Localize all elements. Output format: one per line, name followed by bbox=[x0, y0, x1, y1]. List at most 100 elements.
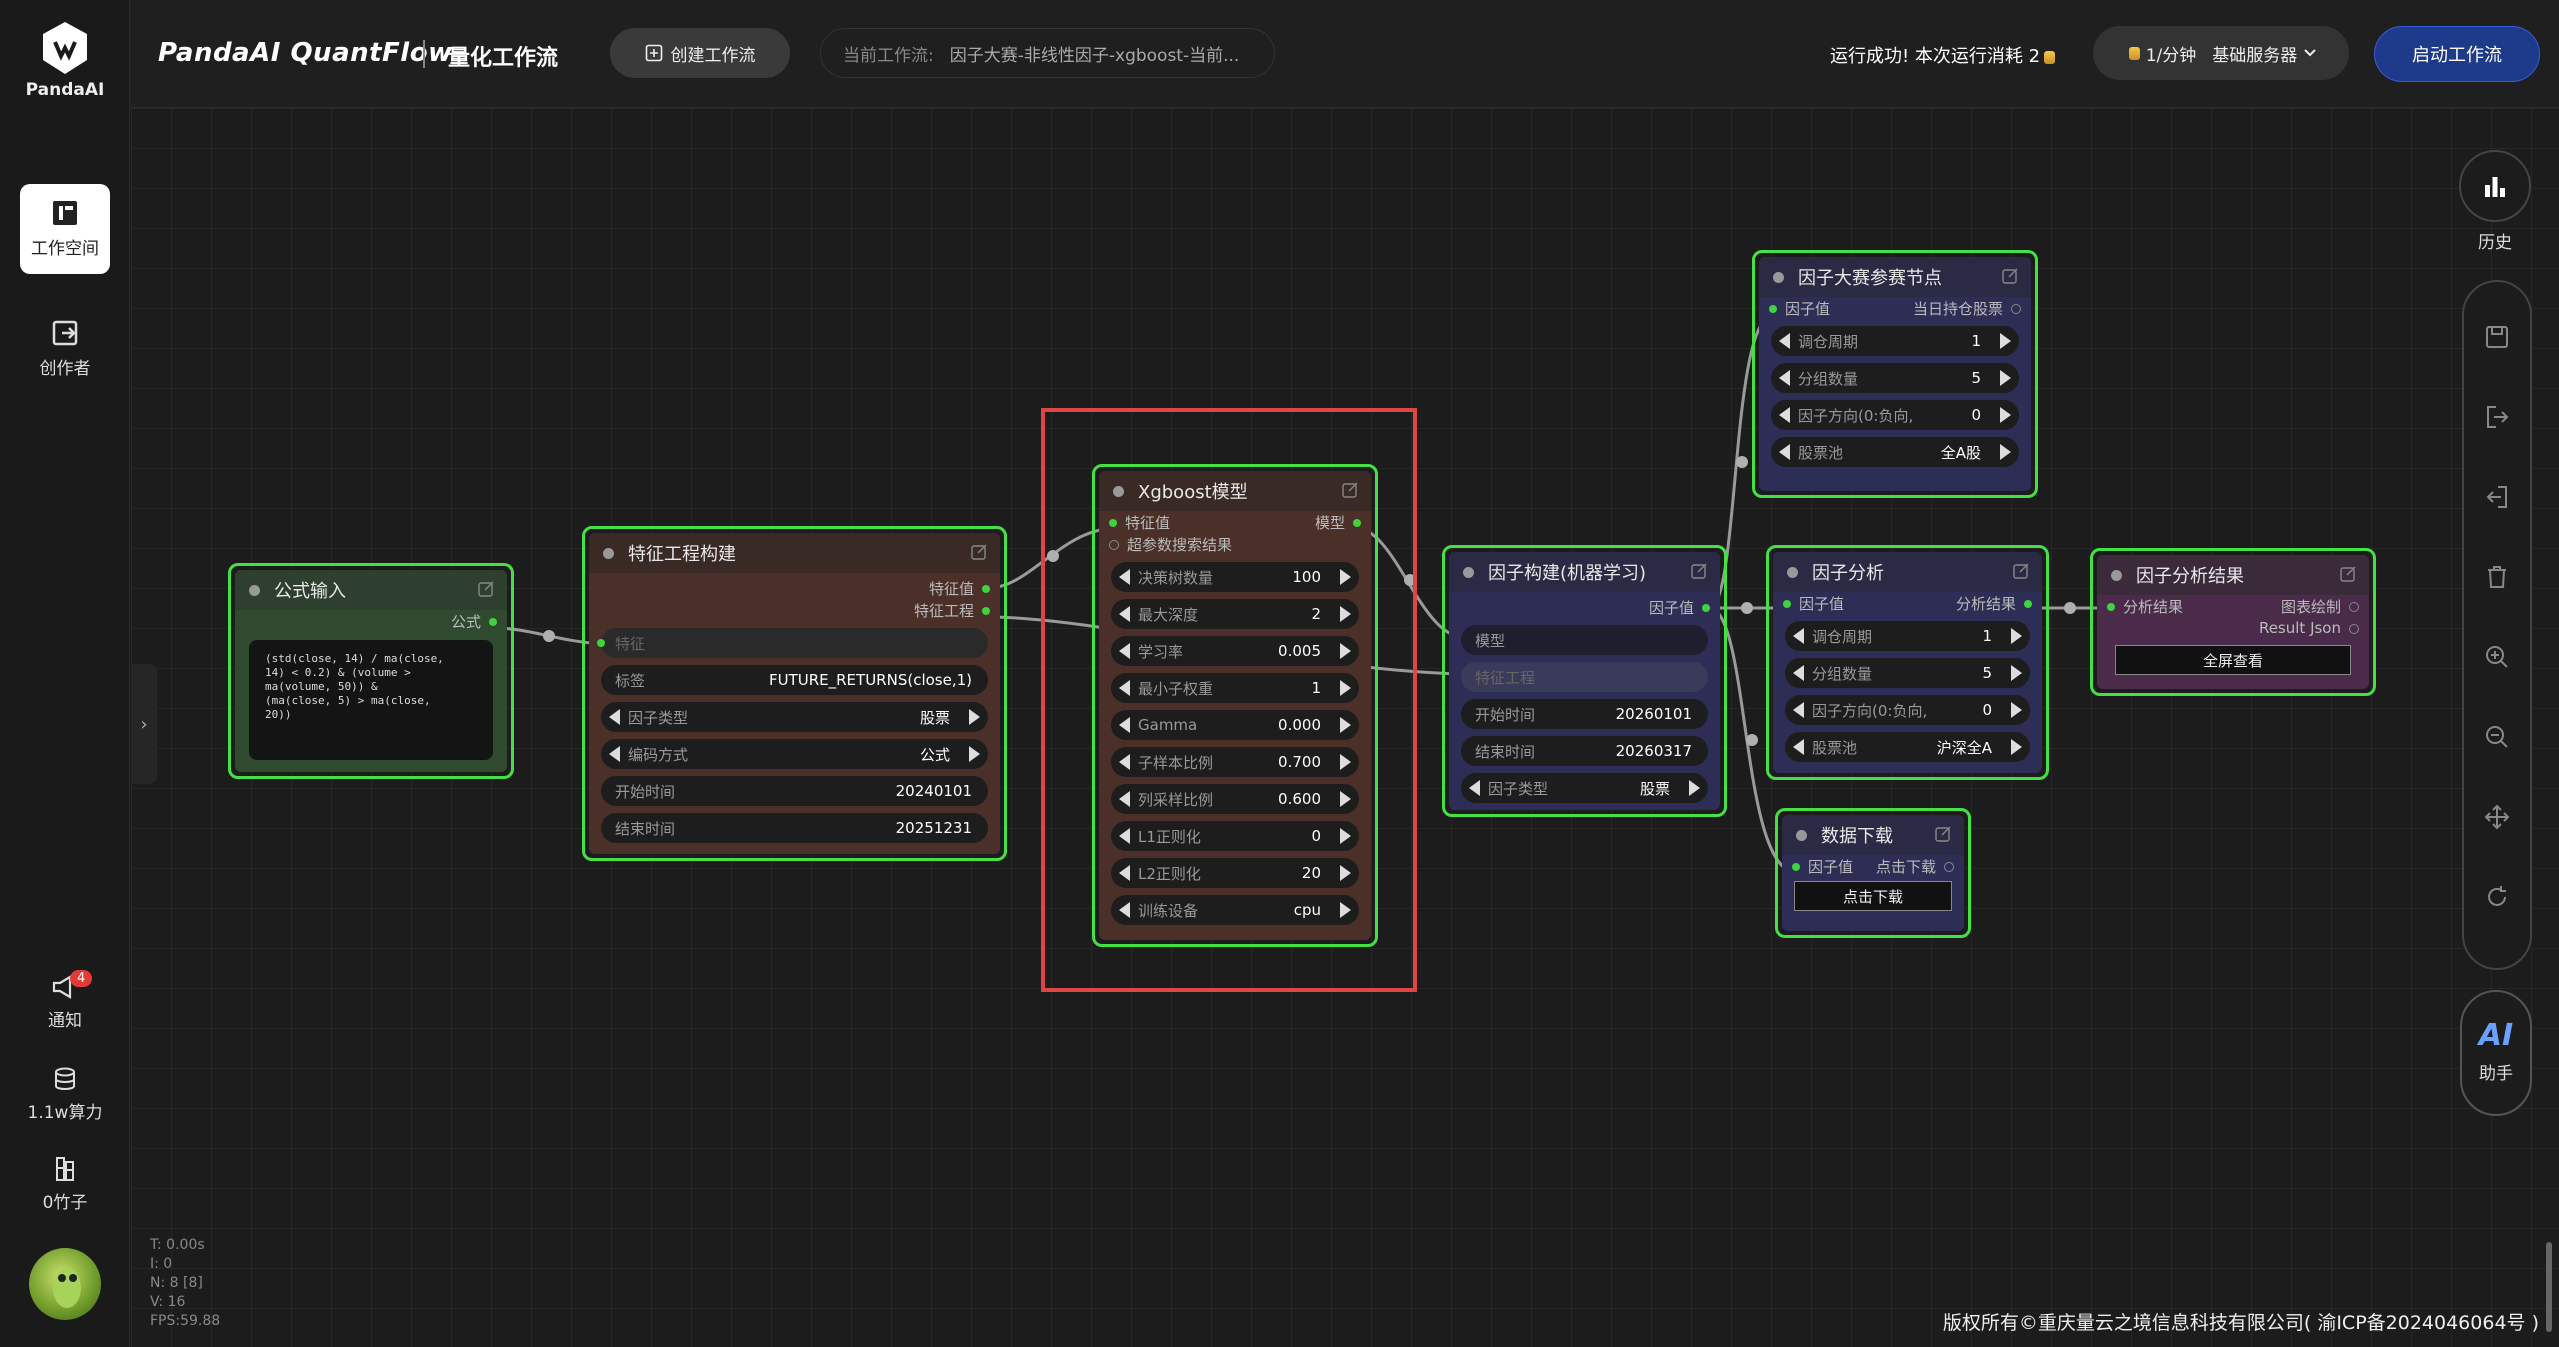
param-row[interactable]: 股票池 全A股 bbox=[1771, 437, 2019, 467]
edit-icon[interactable] bbox=[1690, 562, 1708, 580]
arrow-left-icon[interactable] bbox=[1779, 333, 1790, 349]
param-factor-type[interactable]: 因子类型 股票 bbox=[601, 702, 988, 732]
arrow-left-icon[interactable] bbox=[1793, 628, 1804, 644]
node-factor-contest[interactable]: 因子大赛参赛节点 因子值 当日持仓股票 调仓周期 1 分组数量 5 因子方向(0:负向, 0… bbox=[1752, 250, 2038, 498]
arrow-right-icon[interactable] bbox=[969, 746, 980, 762]
sidebar-item-notify[interactable]: 4 通知 bbox=[20, 970, 110, 1031]
user-avatar[interactable] bbox=[29, 1248, 101, 1320]
node-header[interactable]: 因子大赛参赛节点 bbox=[1759, 257, 2031, 297]
arrow-left-icon[interactable] bbox=[1793, 739, 1804, 755]
save-button[interactable] bbox=[2478, 318, 2516, 356]
arrow-right-icon[interactable] bbox=[2011, 665, 2022, 681]
output-factor-value[interactable]: 因子值 bbox=[1649, 597, 1710, 618]
arrow-right-icon[interactable] bbox=[2000, 333, 2011, 349]
edit-icon[interactable] bbox=[477, 580, 495, 598]
sidebar-item-compute[interactable]: 1.1w算力 bbox=[20, 1066, 110, 1123]
ai-assistant-button[interactable]: AI 助手 bbox=[2460, 990, 2532, 1116]
edit-icon[interactable] bbox=[2339, 565, 2357, 583]
edit-icon[interactable] bbox=[970, 543, 988, 561]
input-factor-value[interactable]: 因子值 bbox=[1769, 298, 1830, 319]
param-row[interactable]: 因子方向(0:负向, 0 bbox=[1771, 400, 2019, 430]
param-label[interactable]: 标签 FUTURE_RETURNS(close,1) bbox=[601, 665, 988, 695]
output-feature-engineering[interactable]: 特征工程 bbox=[914, 600, 990, 621]
arrow-left-icon[interactable] bbox=[1793, 665, 1804, 681]
arrow-right-icon[interactable] bbox=[2000, 444, 2011, 460]
arrow-right-icon[interactable] bbox=[2000, 370, 2011, 386]
formula-textarea[interactable]: (std(close, 14) / ma(close, 14) < 0.2) &… bbox=[249, 640, 493, 760]
pan-button[interactable] bbox=[2478, 798, 2516, 836]
fullscreen-view-button[interactable]: 全屏查看 bbox=[2115, 645, 2351, 675]
arrow-left-icon[interactable] bbox=[609, 746, 620, 762]
output-result-json[interactable]: Result Json bbox=[2259, 619, 2359, 637]
node-factor-build[interactable]: 因子构建(机器学习) 因子值 模型 特征工程 开始时间 20260101 结束时间… bbox=[1442, 545, 1727, 817]
param-row[interactable]: 调仓周期 1 bbox=[1771, 326, 2019, 356]
input-model[interactable]: 模型 bbox=[1461, 625, 1708, 655]
import-button[interactable] bbox=[2478, 478, 2516, 516]
output-holdings[interactable]: 当日持仓股票 bbox=[1913, 298, 2021, 319]
param-row[interactable]: 股票池 沪深全A bbox=[1785, 732, 2030, 762]
arrow-left-icon[interactable] bbox=[1779, 407, 1790, 423]
output-formula[interactable]: 公式 bbox=[451, 611, 497, 632]
edit-icon[interactable] bbox=[1934, 825, 1952, 843]
arrow-right-icon[interactable] bbox=[2011, 702, 2022, 718]
arrow-right-icon[interactable] bbox=[1689, 780, 1700, 796]
node-data-download[interactable]: 数据下载 因子值 点击下载 点击下载 bbox=[1775, 808, 1971, 938]
arrow-left-icon[interactable] bbox=[1779, 444, 1790, 460]
arrow-right-icon[interactable] bbox=[969, 709, 980, 725]
input-feature[interactable]: 特征 bbox=[597, 628, 988, 658]
node-formula-input[interactable]: 公式输入 公式 (std(close, 14) / ma(close, 14) … bbox=[228, 563, 514, 779]
sidebar-item-bamboo[interactable]: 0竹子 bbox=[20, 1156, 110, 1213]
param-row[interactable]: 分组数量 5 bbox=[1785, 658, 2030, 688]
delete-button[interactable] bbox=[2478, 558, 2516, 596]
node-header[interactable]: 公式输入 bbox=[235, 570, 507, 610]
zoom-in-button[interactable] bbox=[2478, 638, 2516, 676]
arrow-left-icon[interactable] bbox=[609, 709, 620, 725]
logo[interactable]: PandaAI bbox=[20, 20, 110, 100]
param-end-date[interactable]: 结束时间 20251231 bbox=[601, 813, 988, 843]
sidebar-item-creator[interactable]: 创作者 bbox=[20, 318, 110, 379]
create-workflow-button[interactable]: 创建工作流 bbox=[610, 28, 790, 78]
export-button[interactable] bbox=[2478, 398, 2516, 436]
scrollbar[interactable] bbox=[2546, 1242, 2552, 1332]
expand-panel-button[interactable]: › bbox=[131, 664, 157, 784]
start-workflow-button[interactable]: 启动工作流 bbox=[2374, 26, 2540, 82]
param-row[interactable]: 调仓周期 1 bbox=[1785, 621, 2030, 651]
param-start-date[interactable]: 开始时间 20240101 bbox=[601, 776, 988, 806]
node-header[interactable]: 数据下载 bbox=[1782, 815, 1964, 855]
output-download[interactable]: 点击下载 bbox=[1876, 856, 1954, 877]
arrow-left-icon[interactable] bbox=[1469, 780, 1480, 796]
input-factor-value[interactable]: 因子值 bbox=[1792, 856, 1853, 877]
history-button[interactable] bbox=[2459, 150, 2531, 222]
node-factor-analysis[interactable]: 因子分析 因子值 分析结果 调仓周期 1 分组数量 5 因子方向(0:负向, 0 股票池 沪深全… bbox=[1766, 545, 2049, 780]
arrow-right-icon[interactable] bbox=[2000, 407, 2011, 423]
zoom-out-button[interactable] bbox=[2478, 718, 2516, 756]
input-analysis[interactable]: 分析结果 bbox=[2107, 596, 2183, 617]
param-factor-type[interactable]: 因子类型 股票 bbox=[1461, 773, 1708, 803]
input-feature-engineering[interactable]: 特征工程 bbox=[1461, 662, 1708, 692]
param-row[interactable]: 因子方向(0:负向, 0 bbox=[1785, 695, 2030, 725]
download-button[interactable]: 点击下载 bbox=[1794, 881, 1952, 911]
server-select[interactable]: 1/分钟 基础服务器 bbox=[2093, 26, 2349, 80]
output-chart[interactable]: 图表绘制 bbox=[2281, 596, 2359, 617]
node-header[interactable]: 特征工程构建 bbox=[589, 533, 1000, 573]
node-analysis-result[interactable]: 因子分析结果 分析结果 图表绘制 Result Json 全屏查看 bbox=[2090, 548, 2376, 696]
edit-icon[interactable] bbox=[2012, 562, 2030, 580]
output-feature-value[interactable]: 特征值 bbox=[929, 578, 990, 599]
node-header[interactable]: 因子构建(机器学习) bbox=[1449, 552, 1720, 592]
arrow-left-icon[interactable] bbox=[1793, 702, 1804, 718]
node-header[interactable]: 因子分析结果 bbox=[2097, 555, 2369, 595]
arrow-right-icon[interactable] bbox=[2011, 739, 2022, 755]
edit-icon[interactable] bbox=[2001, 267, 2019, 285]
input-factor-value[interactable]: 因子值 bbox=[1783, 593, 1844, 614]
param-end-date[interactable]: 结束时间 20260317 bbox=[1461, 736, 1708, 766]
param-row[interactable]: 分组数量 5 bbox=[1771, 363, 2019, 393]
arrow-left-icon[interactable] bbox=[1779, 370, 1790, 386]
param-start-date[interactable]: 开始时间 20260101 bbox=[1461, 699, 1708, 729]
output-analysis[interactable]: 分析结果 bbox=[1956, 593, 2032, 614]
refresh-button[interactable] bbox=[2478, 878, 2516, 916]
arrow-right-icon[interactable] bbox=[2011, 628, 2022, 644]
node-header[interactable]: 因子分析 bbox=[1773, 552, 2042, 592]
current-workflow[interactable]: 当前工作流: 因子大赛-非线性因子-xgboost-当前... bbox=[820, 28, 1275, 78]
param-encoding[interactable]: 编码方式 公式 bbox=[601, 739, 988, 769]
sidebar-item-workspace[interactable]: 工作空间 bbox=[20, 184, 110, 274]
